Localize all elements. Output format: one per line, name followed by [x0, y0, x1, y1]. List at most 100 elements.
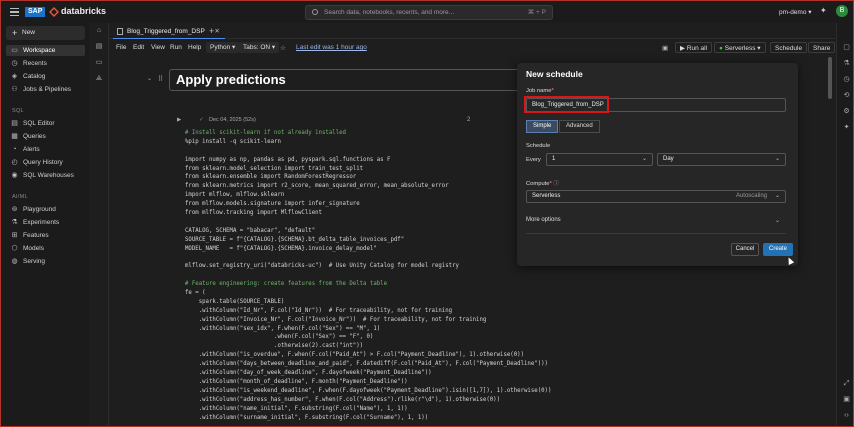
avatar[interactable]: B — [836, 5, 848, 17]
language-select[interactable]: Python ▾ — [206, 42, 240, 53]
add-tab-button[interactable]: + — [209, 24, 214, 38]
star-icon[interactable]: ☆ — [280, 44, 286, 52]
compute-label: Serverless ▾ — [724, 45, 761, 52]
chevron-down-icon: ⌄ — [774, 193, 780, 199]
table-of-contents-icon[interactable]: ▤ — [95, 43, 103, 51]
sidebar-item-sql-editor[interactable]: ▤ SQL Editor — [6, 118, 85, 129]
unit-select[interactable]: Day ⌄ — [657, 153, 786, 166]
sidebar-item-playground[interactable]: ⊚ Playground — [6, 204, 85, 215]
folder-icon[interactable]: ▭ — [95, 59, 103, 67]
chevron-down-icon: ⌄ — [774, 156, 780, 162]
compute-select[interactable]: Serverless Autoscaling ⌄ — [526, 190, 786, 203]
menu-run[interactable]: Run — [170, 44, 182, 51]
menu-edit[interactable]: Edit — [133, 44, 144, 51]
run-all-button[interactable]: ▶ Run all — [675, 42, 713, 53]
sidebar-item-label: Jobs & Pipelines — [23, 86, 72, 93]
sidebar-item-experiments[interactable]: ⚗ Experiments — [6, 217, 85, 228]
clock-icon: ◷ — [11, 60, 18, 67]
code-line: .withColumn("is_weekend_deadline", F.whe… — [185, 387, 552, 394]
share-button[interactable]: Share — [808, 42, 836, 53]
cancel-button[interactable]: Cancel — [731, 243, 759, 256]
sidebar-item-queries[interactable]: ▦ Queries — [6, 131, 85, 142]
code-line: .withColumn("Id_Nr", F.col("Id_Nr")) # F… — [185, 307, 453, 314]
advanced-mode-button[interactable]: Advanced — [559, 120, 600, 133]
brand-name[interactable]: databricks — [61, 6, 106, 16]
sidebar-item-label: Workspace — [23, 47, 56, 54]
databricks-logo-icon — [49, 7, 59, 17]
schedule-button[interactable]: Schedule — [770, 42, 808, 53]
sidebar-item-recents[interactable]: ◷ Recents — [6, 58, 85, 69]
more-options-toggle[interactable]: More options ⌄ — [526, 217, 786, 224]
tabs-toggle[interactable]: Tabs: ON ▾ — [239, 42, 280, 53]
markdown-title-cell[interactable]: Apply predictions — [169, 69, 529, 91]
last-edit-link[interactable]: Last edit was 1 hour ago — [296, 44, 367, 51]
layout-icon[interactable]: ▣ — [662, 44, 668, 52]
warehouse-icon: ◉ — [11, 172, 18, 179]
playground-icon: ⊚ — [11, 206, 18, 213]
code-line: .withColumn("month_of_deadline", F.month… — [185, 378, 408, 385]
close-icon[interactable]: ✕ — [214, 24, 219, 39]
sap-logo: SAP — [25, 7, 46, 17]
menu-help[interactable]: Help — [188, 44, 201, 51]
code-line: .withColumn("address_has_number", F.when… — [185, 396, 501, 403]
sidebar-item-alerts[interactable]: ◔ Alerts — [6, 144, 85, 155]
code-icon[interactable]: ‹› — [842, 411, 851, 420]
code-line: .withColumn("surname_initial", F.substri… — [185, 414, 429, 421]
sidebar-item-features[interactable]: ⊞ Features — [6, 230, 85, 241]
run-cell-icon[interactable]: ▶ — [177, 117, 181, 123]
experiment-icon[interactable]: ⚗ — [842, 59, 851, 68]
sidebar-item-label: Features — [23, 232, 49, 239]
model-icon: ⬡ — [11, 245, 18, 252]
workspace-switcher[interactable]: pm-demo ▾ — [779, 8, 812, 16]
sidebar-item-query-history[interactable]: ◴ Query History — [6, 157, 85, 168]
sidebar-item-label: Models — [23, 245, 44, 252]
code-line: .otherwise(2).cast("int")) — [185, 343, 364, 350]
sidebar-item-workspace[interactable]: ▭ Workspace — [6, 45, 85, 56]
compute-select[interactable]: ● Serverless ▾ — [714, 42, 766, 53]
panel-icon[interactable]: ▣ — [842, 395, 851, 404]
sidebar-item-label: Queries — [23, 133, 46, 140]
menu-view[interactable]: View — [151, 44, 165, 51]
history-icon[interactable]: ◷ — [842, 75, 851, 84]
code-line: .withColumn("is_overdue", F.when(F.col("… — [185, 352, 524, 359]
assistant-sparkle-icon[interactable]: ✦ — [820, 6, 827, 15]
shapes-icon[interactable]: ⟁ — [95, 75, 103, 83]
tab-bar: Blog_Triggered_from_DSP ✕ + — [109, 23, 835, 39]
run-all-label: Run all — [686, 45, 708, 52]
sidebar-item-label: Playground — [23, 206, 56, 213]
sidebar-item-sql-warehouses[interactable]: ◉ SQL Warehouses — [6, 170, 85, 181]
simple-mode-button[interactable]: Simple — [526, 120, 559, 133]
folder-icon: ▭ — [11, 47, 18, 54]
assistant-icon[interactable]: ✦ — [842, 123, 851, 132]
sidebar-item-label: Serving — [23, 258, 46, 265]
code-line: .withColumn("day_of_week_deadline", F.da… — [185, 370, 432, 377]
sidebar-item-catalog[interactable]: ◈ Catalog — [6, 71, 85, 82]
notebook-menubar: File Edit View Run Help Python ▾ Tabs: O… — [109, 40, 836, 56]
sidebar-item-serving[interactable]: ◍ Serving — [6, 256, 85, 267]
interval-select[interactable]: 1 ⌄ — [546, 153, 653, 166]
menu-file[interactable]: File — [116, 44, 126, 51]
comments-icon[interactable]: ▢ — [842, 43, 851, 52]
drag-handle-icon[interactable]: ⠿ — [158, 75, 163, 83]
success-check-icon: ✓ — [199, 117, 204, 123]
new-button[interactable]: New — [6, 26, 85, 40]
collapse-icon[interactable]: ⌄ — [147, 75, 152, 82]
menu-icon[interactable] — [10, 8, 19, 16]
search-input[interactable]: Search data, notebooks, recents, and mor… — [305, 5, 553, 20]
expand-icon[interactable]: ⤢ — [842, 379, 851, 388]
home-icon[interactable]: ⌂ — [95, 27, 103, 35]
workflow-icon: ⚇ — [11, 86, 18, 93]
sidebar-item-label: SQL Editor — [23, 120, 55, 127]
scrollbar[interactable] — [828, 57, 832, 99]
right-rail: ▢ ⚗ ◷ ⟲ ⚙ ✦ ⤢ ▣ ‹› — [836, 23, 853, 426]
highlight-annotation — [524, 96, 609, 113]
features-icon: ⊞ — [11, 232, 18, 239]
variables-icon[interactable]: ⟲ — [842, 91, 851, 100]
notebook-icon — [117, 28, 123, 35]
sidebar-item-models[interactable]: ⬡ Models — [6, 243, 85, 254]
create-button[interactable]: Create — [763, 243, 793, 256]
tab-label: Blog_Triggered_from_DSP — [127, 28, 205, 35]
sidebar-item-jobs-pipelines[interactable]: ⚇ Jobs & Pipelines — [6, 84, 85, 95]
bell-icon: ◔ — [12, 146, 17, 153]
settings-icon[interactable]: ⚙ — [842, 107, 851, 116]
